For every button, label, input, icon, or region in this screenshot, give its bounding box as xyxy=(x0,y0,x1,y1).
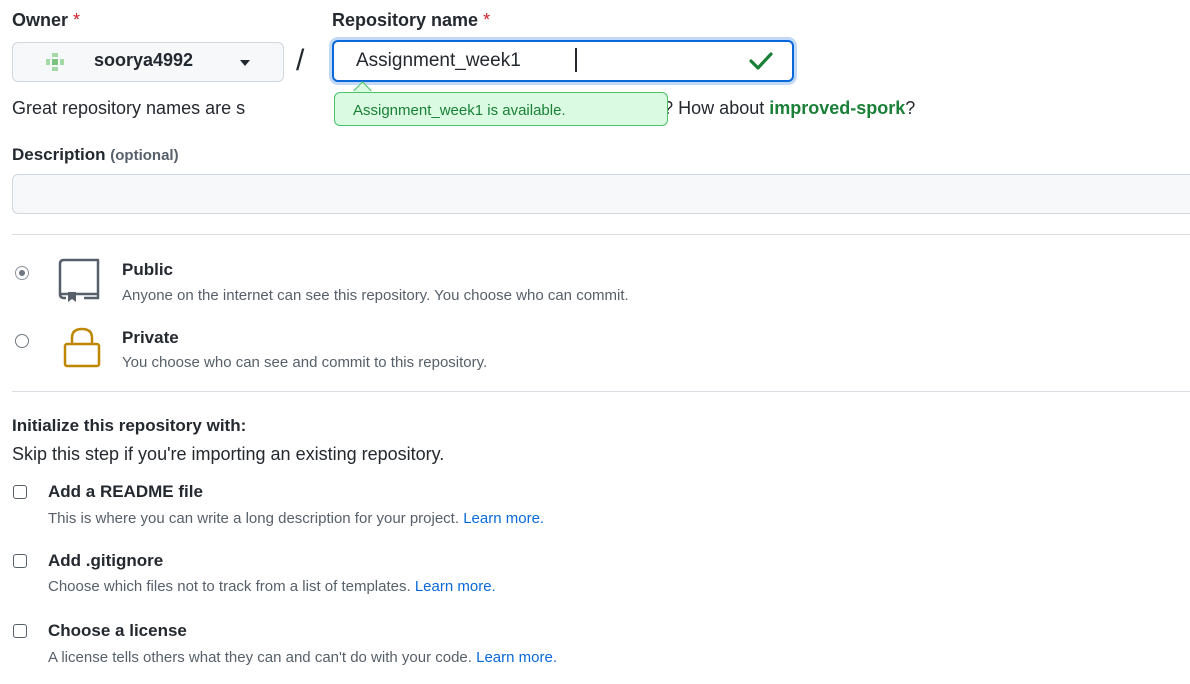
owner-name: soorya4992 xyxy=(94,50,194,70)
private-radio[interactable] xyxy=(15,334,29,348)
private-desc: You choose who can see and commit to thi… xyxy=(122,354,488,371)
caret-down-icon xyxy=(240,60,250,66)
lock-icon xyxy=(63,327,101,368)
availability-tooltip: Assignment_week1 is available. xyxy=(334,92,668,126)
public-desc: Anyone on the internet can see this repo… xyxy=(122,287,629,304)
public-title: Public xyxy=(122,260,174,279)
license-checkbox[interactable] xyxy=(13,624,27,638)
repo-icon xyxy=(58,258,100,302)
readme-desc: This is where you can write a long descr… xyxy=(48,510,545,527)
initialize-title: Initialize this repository with: xyxy=(12,416,247,435)
owner-label: Owner * xyxy=(12,10,81,30)
license-title: Choose a license xyxy=(48,621,187,640)
license-desc: A license tells others what they can and… xyxy=(48,649,557,666)
check-icon xyxy=(749,52,773,70)
gitignore-desc: Choose which files not to track from a l… xyxy=(48,578,496,595)
license-learn-more-link[interactable]: Learn more. xyxy=(476,649,557,666)
repo-name-label: Repository name * xyxy=(332,10,491,30)
initialize-subtitle: Skip this step if you're importing an ex… xyxy=(12,444,445,464)
private-title: Private xyxy=(122,328,179,347)
description-label: Description (optional) xyxy=(12,145,179,164)
gitignore-title: Add .gitignore xyxy=(48,551,164,570)
divider xyxy=(12,234,1190,235)
suggested-name-link[interactable]: improved-spork xyxy=(769,98,905,118)
public-radio[interactable] xyxy=(15,266,29,280)
avatar-icon xyxy=(46,53,64,71)
gitignore-checkbox[interactable] xyxy=(13,554,27,568)
divider xyxy=(12,391,1190,392)
repo-name-value: Assignment_week1 xyxy=(356,50,521,71)
text-cursor xyxy=(575,48,577,72)
readme-title: Add a README file xyxy=(48,482,203,501)
readme-checkbox[interactable] xyxy=(13,485,27,499)
gitignore-learn-more-link[interactable]: Learn more. xyxy=(415,578,496,595)
owner-repo-separator: / xyxy=(296,44,305,77)
readme-learn-more-link[interactable]: Learn more. xyxy=(463,510,544,527)
description-input[interactable] xyxy=(12,174,1190,214)
